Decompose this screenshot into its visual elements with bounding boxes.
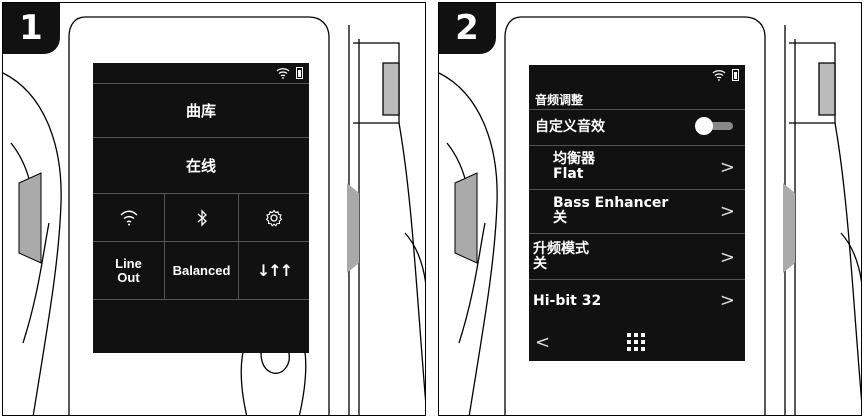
equalizer-value: Flat <box>553 166 584 182</box>
upsampling-row[interactable]: 升频模式 关 > <box>529 233 745 279</box>
custom-sound-label: 自定义音效 <box>535 119 605 135</box>
equalizer-label: 均衡器 <box>553 151 595 167</box>
back-icon[interactable]: < <box>535 332 550 353</box>
page-title: 音频调整 <box>535 93 584 107</box>
chevron-right-icon: > <box>719 247 735 268</box>
bass-enhancer-row[interactable]: Bass Enhancer 关 > <box>529 189 745 233</box>
status-bar <box>712 65 739 85</box>
gear-icon <box>265 209 283 227</box>
bluetooth-button[interactable] <box>165 194 239 241</box>
upsampling-value: 关 <box>533 256 547 272</box>
status-bar <box>276 63 303 83</box>
wifi-icon <box>120 210 137 225</box>
apps-grid-icon[interactable] <box>627 333 647 351</box>
wifi-status-icon <box>276 68 290 79</box>
bluetooth-icon <box>197 208 207 227</box>
menu-online[interactable]: 在线 <box>93 137 309 193</box>
wifi-status-icon <box>712 70 726 81</box>
settings-button[interactable] <box>239 194 309 241</box>
custom-sound-row[interactable]: 自定义音效 <box>529 109 745 145</box>
bass-enhancer-value: 关 <box>553 210 567 226</box>
chevron-right-icon: > <box>719 290 735 311</box>
step-number-badge: 2 <box>439 3 496 54</box>
balanced-button[interactable]: Balanced <box>165 242 239 299</box>
equalizer-row[interactable]: 均衡器 Flat > <box>529 145 745 189</box>
battery-icon <box>296 67 303 79</box>
bass-enhancer-label: Bass Enhancer <box>553 195 669 211</box>
hi-bit-label: Hi-bit 32 <box>533 293 602 309</box>
step-number-badge: 1 <box>3 3 60 54</box>
quick-settings-grid: Line Out Balanced ↓↑↑ <box>93 193 309 343</box>
chevron-right-icon: > <box>719 157 735 178</box>
menu-library[interactable]: 曲库 <box>93 83 309 137</box>
step-2-panel: 2 音频调整 自定义音效 均衡器 Flat > Bass Enhancer 关 … <box>438 2 862 416</box>
line-out-label-1: Line <box>115 255 142 271</box>
custom-sound-toggle[interactable] <box>695 117 733 135</box>
battery-icon <box>732 69 739 81</box>
sound-adjust-button[interactable]: ↓↑↑ <box>239 242 309 299</box>
chevron-right-icon: > <box>719 201 735 222</box>
sound-adjust-icon: ↓↑↑ <box>256 260 293 280</box>
player-screen-audio-settings: 音频调整 自定义音效 均衡器 Flat > Bass Enhancer 关 > … <box>529 65 745 361</box>
line-out-button[interactable]: Line Out <box>93 242 165 299</box>
line-out-label-2: Out <box>117 269 140 285</box>
player-screen-home: 曲库 在线 Line Out Balanced ↓↑↑ <box>93 63 309 353</box>
upsampling-label: 升频模式 <box>533 241 589 257</box>
step-1-panel: 1 曲库 在线 Line Out Balanced ↓↑↑ <box>2 2 426 416</box>
empty-row <box>93 300 309 343</box>
wifi-button[interactable] <box>93 194 165 241</box>
